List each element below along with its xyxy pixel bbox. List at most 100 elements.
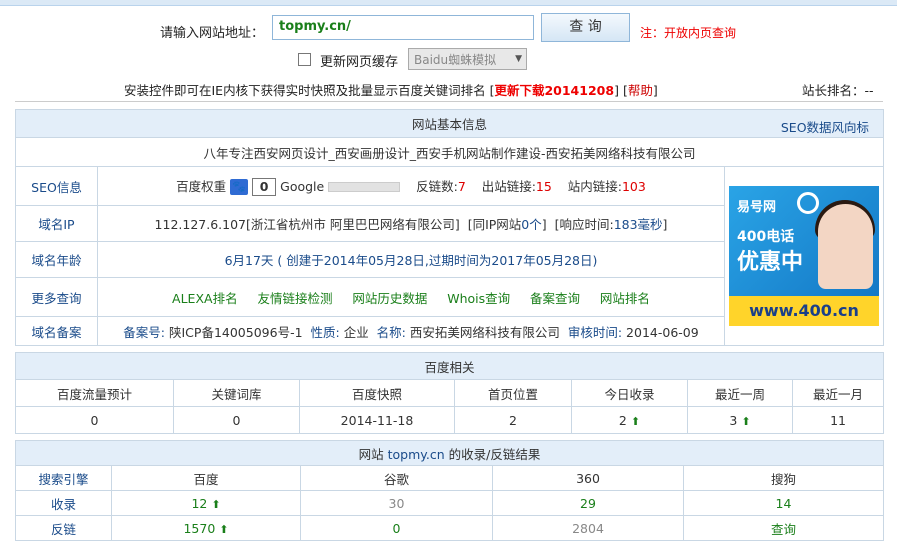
domain-ip-label: 域名IP xyxy=(15,205,98,242)
domain-age: 6月17天 xyxy=(224,253,274,268)
domain-age-row: 6月17天 ( 创建于2014年05月28日,过期时间为2017年05月28日) xyxy=(97,241,725,278)
age-text: ( 创建于 xyxy=(277,253,324,268)
baidu-header: 百度快照 xyxy=(299,379,455,407)
ad-banner[interactable]: 易号网 400电话 优惠中 www.400.cn xyxy=(729,186,880,326)
icp-type: 企业 xyxy=(343,324,369,340)
same-ip-count[interactable]: 0个 xyxy=(521,217,541,232)
google-label: Google xyxy=(280,178,325,194)
notice-text: 安装控件即可在IE内核下获得实时快照及批量显示百度关键词排名 xyxy=(124,83,486,98)
icp-no: 陕ICP备14005096号-1 xyxy=(169,324,303,340)
icp-query-link[interactable]: 备案查询 xyxy=(530,291,580,306)
more-query-label: 更多查询 xyxy=(15,277,98,317)
history-link[interactable]: 网站历史数据 xyxy=(352,291,427,306)
baidu-weight-label: 百度权重 xyxy=(176,178,227,194)
index-title-post: 的收录/反链结果 xyxy=(448,446,541,462)
domain-ip-row: 112.127.6.107[浙江省杭州市 阿里巴巴网络有限公司] [同IP网站0… xyxy=(97,205,725,242)
collect-sogou[interactable]: 14 xyxy=(682,490,885,516)
more-query-row: ALEXA排名 友情链接检测 网站历史数据 Whois查询 备案查询 网站排名 xyxy=(97,277,725,317)
cache-label: 更新网页缓存 xyxy=(320,55,399,70)
outlinks-label: 出站链接: xyxy=(481,178,536,194)
baidu-header: 首页位置 xyxy=(454,379,572,407)
baidu-weight-value[interactable]: 0 xyxy=(252,178,277,197)
chevron-down-icon: ▼ xyxy=(515,54,522,64)
site-rank-link[interactable]: 网站排名 xyxy=(600,291,650,306)
arrow-up-icon: ⬆ xyxy=(219,522,229,536)
ip-value: 112.127.6.107[浙江省杭州市 阿里巴巴网络有限公司] xyxy=(154,217,460,232)
baidu-table: 百度相关 百度流量预计 关键词库 百度快照 首页位置 今日收录 最近一周 最近一… xyxy=(14,352,885,434)
backlink-sogou-query[interactable]: 查询 xyxy=(682,515,885,541)
friend-link-check[interactable]: 友情链接检测 xyxy=(257,291,332,306)
icp-no-label: 备案号: xyxy=(123,324,166,340)
ad-line1: 400电话 xyxy=(737,229,795,245)
download-link[interactable]: 更新下载20141208 xyxy=(494,83,614,98)
ad-person xyxy=(818,204,874,289)
index-title-site: topmy.cn xyxy=(387,446,445,462)
index-table: 网站 topmy.cn 的收录/反链结果 搜索引擎 百度 谷歌 360 搜狗 收… xyxy=(14,440,885,541)
backlink-360[interactable]: 2804 xyxy=(492,515,684,541)
ad-cell: 易号网 400电话 优惠中 www.400.cn xyxy=(723,166,885,346)
seo-trend-link[interactable]: SEO数据风向标 xyxy=(781,117,869,136)
seo-info-label: SEO信息 xyxy=(15,166,98,206)
baidu-header: 关键词库 xyxy=(173,379,300,407)
engine-sogou: 搜狗 xyxy=(682,465,885,491)
index-title-pre: 网站 xyxy=(358,446,384,462)
bracket: ] xyxy=(614,83,619,98)
phone-icon xyxy=(797,192,820,214)
ad-line2: 优惠中 xyxy=(737,250,804,275)
outlinks-value[interactable]: 15 xyxy=(536,179,552,194)
help-link[interactable]: 帮助 xyxy=(628,83,653,98)
collect-baidu[interactable]: 12 ⬆ xyxy=(111,490,301,516)
icp-name-label: 名称: xyxy=(376,324,406,340)
arrow-up-icon: ⬆ xyxy=(630,414,641,428)
baidu-month[interactable]: 11 xyxy=(791,406,885,434)
backlinks-label: 反链数: xyxy=(416,178,458,194)
url-input[interactable]: topmy.cn/ xyxy=(272,15,534,40)
bracket: [同IP网站 xyxy=(467,217,522,232)
engine-google: 谷歌 xyxy=(300,465,493,491)
icp-type-label: 性质: xyxy=(310,324,340,340)
baidu-header: 今日收录 xyxy=(571,379,688,407)
baidu-traffic: 0 xyxy=(15,406,174,434)
spider-select[interactable]: Baidu蜘蛛模拟 ▼ xyxy=(408,48,527,70)
query-button[interactable]: 查 询 xyxy=(541,13,630,42)
age-text: ) xyxy=(592,253,598,268)
alexa-link[interactable]: ALEXA排名 xyxy=(172,291,238,306)
baidu-header: 百度流量预计 xyxy=(15,379,174,407)
baidu-keywords[interactable]: 0 xyxy=(173,406,300,434)
cache-checkbox[interactable] xyxy=(298,53,311,66)
icp-label: 域名备案 xyxy=(15,316,98,346)
divider xyxy=(15,101,883,102)
whois-link[interactable]: Whois查询 xyxy=(447,291,510,306)
ad-url: www.400.cn xyxy=(729,296,880,326)
response-time: 183毫秒 xyxy=(613,217,663,232)
collect-baidu-value: 12 xyxy=(191,495,208,511)
backlinks-value[interactable]: 7 xyxy=(458,179,466,194)
baidu-home-position: 2 xyxy=(454,406,572,434)
ad-brand: 易号网 xyxy=(737,200,777,215)
index-title: 网站 topmy.cn 的收录/反链结果 xyxy=(14,440,885,466)
baidu-snapshot[interactable]: 2014-11-18 xyxy=(299,406,455,434)
baidu-header: 最近一月 xyxy=(791,379,885,407)
collect-google[interactable]: 30 xyxy=(300,490,493,516)
expires-date: 2017年05月28日 xyxy=(491,253,593,268)
created-date: 2014年05月28日 xyxy=(323,253,425,268)
webmaster-rank: 站长排名：-- xyxy=(802,83,874,98)
inlinks-value[interactable]: 103 xyxy=(622,179,646,194)
backlink-google[interactable]: 0 xyxy=(300,515,493,541)
baidu-today-value: 2 xyxy=(618,412,627,428)
baidu-week-value: 3 xyxy=(729,412,738,428)
engine-label: 搜索引擎 xyxy=(15,465,112,491)
basic-info-table: 网站基本信息 SEO数据风向标 八年专注西安网页设计_西安画册设计_西安手机网站… xyxy=(14,109,885,346)
inlinks-label: 站内链接: xyxy=(567,178,622,194)
arrow-up-icon: ⬆ xyxy=(741,414,751,428)
top-bar xyxy=(0,0,897,6)
icp-date-label: 审核时间: xyxy=(567,324,623,340)
seo-info-row: 百度权重 🐾 0 Google 反链数:7 出站链接:15 站内链接:103 xyxy=(97,166,725,206)
age-text: ,过期时间为 xyxy=(424,253,492,268)
backlink-baidu[interactable]: 1570 ⬆ xyxy=(111,515,301,541)
engine-baidu: 百度 xyxy=(111,465,301,491)
baidu-today[interactable]: 2 ⬆ xyxy=(571,406,688,434)
paw-icon: 🐾 xyxy=(230,179,249,196)
baidu-week[interactable]: 3 ⬆ xyxy=(687,406,793,434)
collect-360[interactable]: 29 xyxy=(492,490,684,516)
